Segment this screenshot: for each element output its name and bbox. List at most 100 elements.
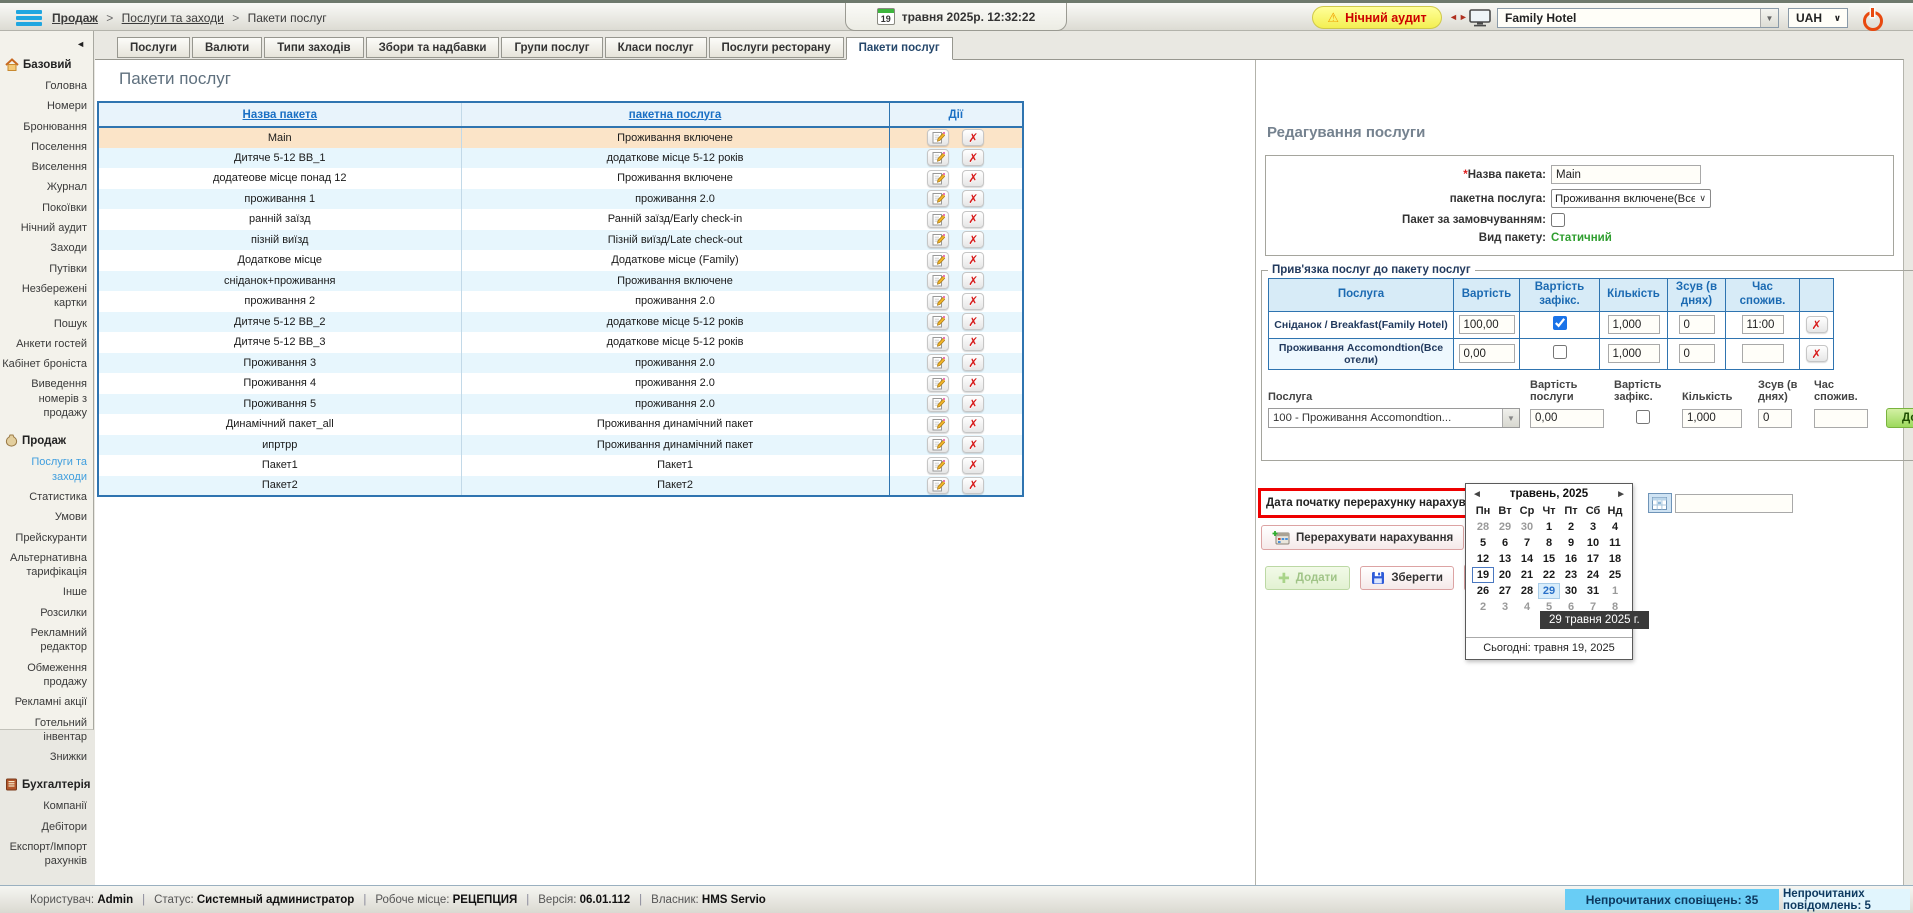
- calendar-day[interactable]: 30: [1516, 519, 1538, 535]
- delete-button[interactable]: ✗: [962, 129, 984, 146]
- sidebar-section-header[interactable]: Продаж: [0, 429, 93, 452]
- unread-notifications-badge[interactable]: Непрочитаних сповіщень: 35: [1565, 889, 1779, 910]
- edit-button[interactable]: [927, 395, 949, 412]
- calendar-day[interactable]: 19: [1472, 567, 1494, 583]
- sidebar-item[interactable]: Покоївки: [0, 198, 93, 218]
- delete-button[interactable]: ✗: [962, 354, 984, 371]
- delete-binding-button[interactable]: ✗: [1806, 316, 1828, 333]
- sidebar-item[interactable]: Послуги та заходи: [0, 452, 93, 487]
- sidebar-item[interactable]: Журнал: [0, 177, 93, 197]
- add-service-button[interactable]: Додати: [1886, 408, 1913, 428]
- table-row[interactable]: Пакет1 Пакет1 ✗: [98, 455, 1023, 476]
- recalc-button[interactable]: Перерахувати нарахування: [1261, 525, 1464, 550]
- sidebar-item[interactable]: Готельний інвентар: [0, 713, 93, 748]
- delete-button[interactable]: ✗: [962, 190, 984, 207]
- edit-button[interactable]: [927, 375, 949, 392]
- table-row[interactable]: ипртрр Проживання динамічний пакет ✗: [98, 435, 1023, 456]
- delete-binding-button[interactable]: ✗: [1806, 345, 1828, 362]
- delete-button[interactable]: ✗: [962, 457, 984, 474]
- workstation-icon[interactable]: [1469, 9, 1491, 30]
- chevron-down-icon[interactable]: ▼: [1760, 9, 1778, 27]
- calendar-day[interactable]: 29: [1538, 583, 1560, 599]
- quantity-input[interactable]: [1608, 315, 1660, 334]
- sidebar-item[interactable]: Бронювання: [0, 117, 93, 137]
- calendar-day[interactable]: 20: [1494, 567, 1516, 583]
- calendar-day[interactable]: 28: [1472, 519, 1494, 535]
- quantity-input[interactable]: [1608, 344, 1660, 363]
- delete-button[interactable]: ✗: [962, 293, 984, 310]
- delete-button[interactable]: ✗: [962, 211, 984, 228]
- cost-input[interactable]: [1459, 344, 1515, 363]
- sidebar-item[interactable]: Рекламний редактор: [0, 623, 93, 658]
- add-button[interactable]: ✚ Додати: [1265, 566, 1350, 590]
- save-button[interactable]: Зберегти: [1360, 566, 1454, 590]
- edit-button[interactable]: [927, 129, 949, 146]
- edit-button[interactable]: [927, 252, 949, 269]
- calendar-day[interactable]: 7: [1516, 535, 1538, 551]
- calendar-day[interactable]: 26: [1472, 583, 1494, 599]
- sidebar-item[interactable]: Головна: [0, 76, 93, 96]
- calendar-next-icon[interactable]: ►: [1616, 489, 1626, 500]
- calendar-day[interactable]: 28: [1516, 583, 1538, 599]
- delete-button[interactable]: ✗: [962, 170, 984, 187]
- power-icon[interactable]: [1862, 8, 1882, 28]
- table-row[interactable]: пізній виїзд Пізній виїзд/Late check-out…: [98, 230, 1023, 251]
- table-row[interactable]: проживання 2 проживання 2.0 ✗: [98, 291, 1023, 312]
- tab-класи-послуг[interactable]: Класи послуг: [605, 37, 707, 58]
- calendar-month-label[interactable]: травень, 2025: [1482, 488, 1616, 500]
- calendar-day[interactable]: 2: [1560, 519, 1582, 535]
- tab-послуги[interactable]: Послуги: [117, 37, 190, 58]
- sidebar-item[interactable]: Анкети гостей: [0, 334, 93, 354]
- sidebar-section-header[interactable]: Бухгалтерія: [0, 773, 93, 796]
- default-package-checkbox[interactable]: [1551, 213, 1565, 227]
- sidebar-item[interactable]: Виселення: [0, 157, 93, 177]
- calendar-prev-icon[interactable]: ◄: [1472, 489, 1482, 500]
- calendar-day[interactable]: 2: [1472, 599, 1494, 615]
- delete-button[interactable]: ✗: [962, 436, 984, 453]
- recalc-date-secondary-input[interactable]: [1675, 494, 1793, 513]
- table-row[interactable]: Проживання 3 проживання 2.0 ✗: [98, 353, 1023, 374]
- column-header-service[interactable]: пакетна послуга: [461, 102, 889, 127]
- sidebar-item[interactable]: Пошук: [0, 314, 93, 334]
- calendar-day[interactable]: 8: [1538, 535, 1560, 551]
- calendar-day[interactable]: 16: [1560, 551, 1582, 567]
- consume-time-input[interactable]: [1742, 344, 1784, 363]
- add-qty-input[interactable]: [1682, 409, 1742, 428]
- shift-input[interactable]: [1679, 344, 1715, 363]
- delete-button[interactable]: ✗: [962, 252, 984, 269]
- calendar-day[interactable]: 23: [1560, 567, 1582, 583]
- calendar-day[interactable]: 30: [1560, 583, 1582, 599]
- collapse-sidebar-icon[interactable]: ◄: [0, 37, 93, 53]
- package-service-select[interactable]: Проживання включене(Все оте ∨: [1551, 189, 1711, 208]
- unread-messages-badge[interactable]: Непрочитаних повідомлень: 5: [1783, 889, 1910, 910]
- delete-button[interactable]: ✗: [962, 395, 984, 412]
- edit-button[interactable]: [927, 477, 949, 494]
- edit-button[interactable]: [927, 170, 949, 187]
- tab-групи-послуг[interactable]: Групи послуг: [501, 37, 602, 58]
- table-row[interactable]: Дитяче 5-12 BB_3 додаткове місце 5-12 ро…: [98, 332, 1023, 353]
- datepicker-icon[interactable]: [1648, 493, 1672, 513]
- calendar-day[interactable]: 3: [1494, 599, 1516, 615]
- table-row[interactable]: Дитяче 5-12 BB_2 додаткове місце 5-12 ро…: [98, 312, 1023, 333]
- calendar-day[interactable]: 9: [1560, 535, 1582, 551]
- delete-button[interactable]: ✗: [962, 272, 984, 289]
- delete-button[interactable]: ✗: [962, 416, 984, 433]
- delete-button[interactable]: ✗: [962, 375, 984, 392]
- sidebar-item[interactable]: Номери: [0, 96, 93, 116]
- sidebar-item[interactable]: Експорт/Імпорт рахунків: [0, 837, 93, 872]
- calendar-day[interactable]: 3: [1582, 519, 1604, 535]
- menu-icon[interactable]: [16, 10, 42, 27]
- calendar-day[interactable]: 25: [1604, 567, 1626, 583]
- edit-button[interactable]: [927, 272, 949, 289]
- table-row[interactable]: ранній заїзд Ранній заїзд/Early check-in…: [98, 209, 1023, 230]
- cost-fixed-checkbox[interactable]: [1553, 316, 1567, 330]
- calendar-today-label[interactable]: Сьогодні: травня 19, 2025: [1466, 637, 1632, 659]
- datetime-widget[interactable]: 19 травня 2025р. 12:32:22: [845, 3, 1067, 31]
- cost-fixed-checkbox[interactable]: [1553, 345, 1567, 359]
- calendar-day[interactable]: 17: [1582, 551, 1604, 567]
- sidebar-item[interactable]: Знижки: [0, 747, 93, 767]
- sidebar-item[interactable]: Умови: [0, 507, 93, 527]
- calendar-day[interactable]: 22: [1538, 567, 1560, 583]
- tab-типи-заходів[interactable]: Типи заходів: [264, 37, 363, 58]
- hotel-select[interactable]: Family Hotel ▼: [1497, 8, 1779, 28]
